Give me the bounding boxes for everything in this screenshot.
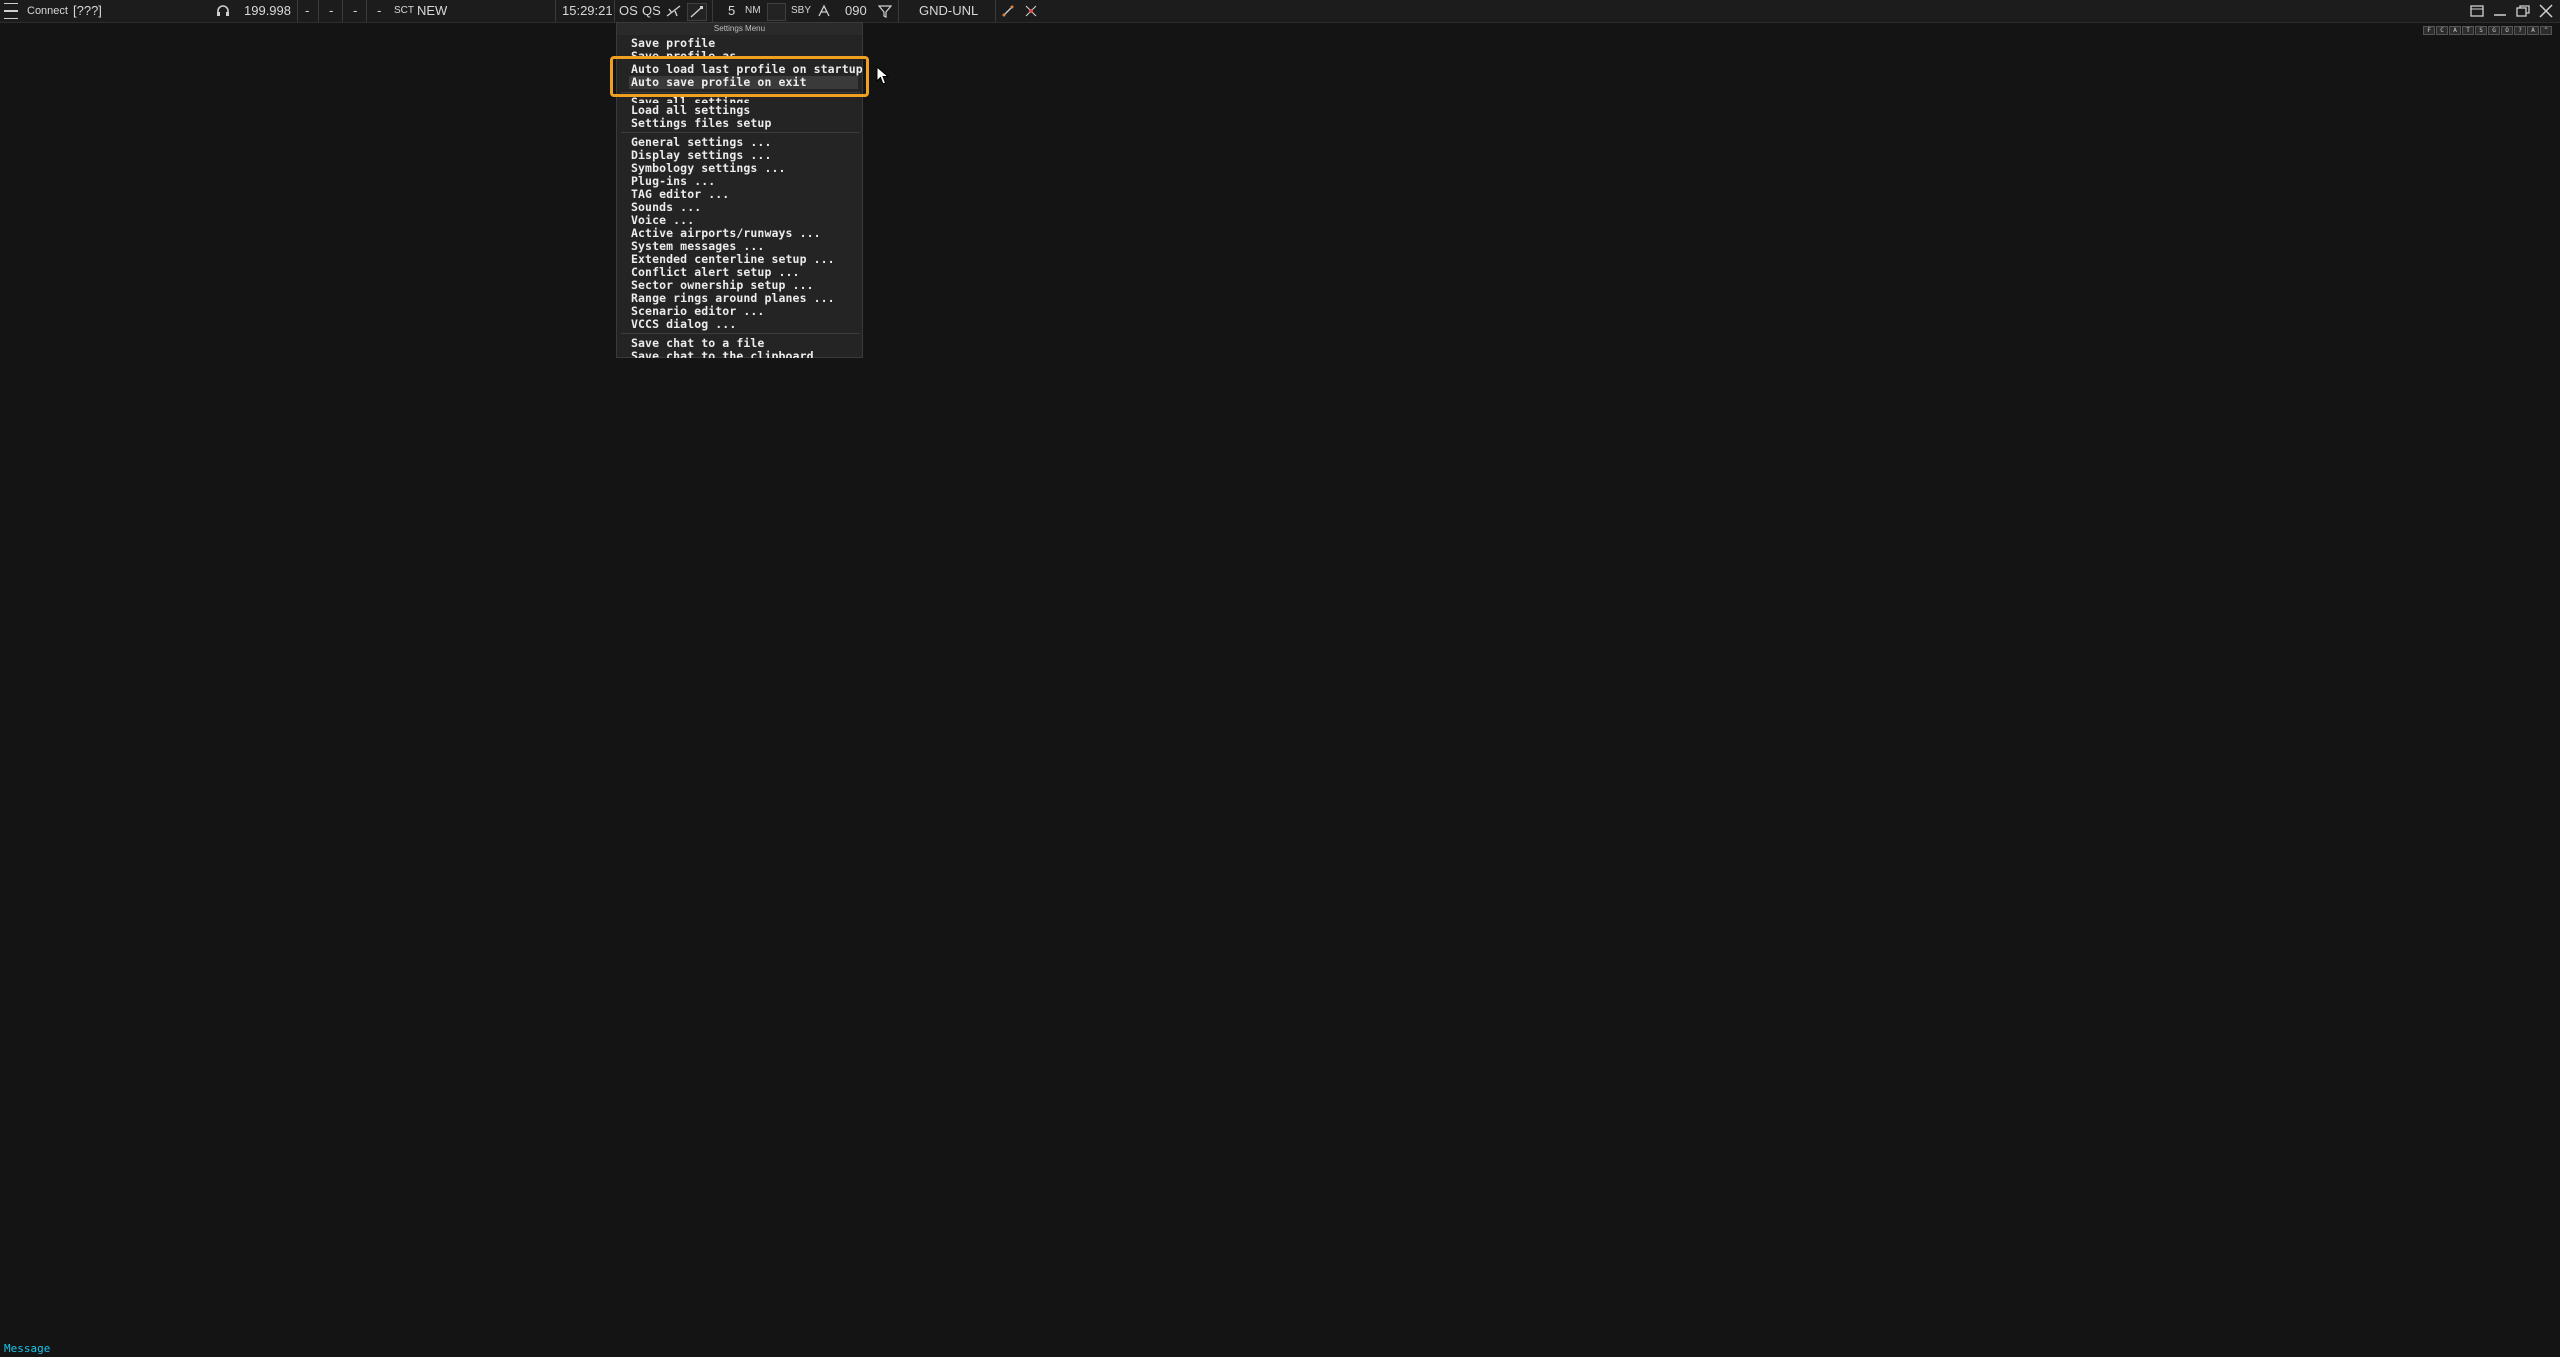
dash-field-3[interactable]: - — [353, 0, 357, 22]
menu-item-save-profile-as[interactable]: Save profile as — [631, 50, 736, 57]
settings-menu-title: Settings Menu — [617, 23, 862, 35]
menu-item-auto-save-profile[interactable]: Auto save profile on exit — [629, 76, 858, 89]
heading-display[interactable]: 090 — [845, 0, 867, 22]
os-button[interactable]: OS — [619, 0, 638, 22]
top-toolbar: Connect [???] 199.998 - - - - SCT NEW 15… — [0, 0, 2560, 23]
frequency-display[interactable]: 199.998 — [244, 0, 291, 22]
qs-button[interactable]: QS — [642, 0, 661, 22]
range-unit: NM — [745, 5, 761, 16]
menu-item-save-chat-file[interactable]: Save chat to a file — [631, 337, 764, 350]
callsign-display[interactable]: [???] — [73, 0, 102, 22]
mini-toolbar-button[interactable]: A — [2527, 26, 2539, 35]
hamburger-icon[interactable] — [3, 0, 19, 22]
mini-toolbar-button[interactable]: S — [2475, 26, 2487, 35]
mini-toolbar-button[interactable]: O — [2501, 26, 2513, 35]
altitude-filter-icon[interactable] — [815, 0, 833, 22]
mini-toolbar-button[interactable]: C — [2436, 26, 2448, 35]
pointer-tool-icon[interactable] — [1022, 0, 1040, 22]
range-value[interactable]: 5 — [728, 0, 735, 22]
dash-field-4[interactable]: - — [377, 0, 381, 22]
line-tool-button[interactable] — [687, 3, 707, 21]
filter-icon[interactable] — [876, 0, 894, 22]
connect-button[interactable]: Connect — [27, 0, 68, 22]
restore-icon[interactable] — [2466, 0, 2488, 22]
plane-icon[interactable] — [664, 0, 684, 22]
mini-toolbar-button[interactable]: ^ — [2540, 26, 2552, 35]
sct-label: SCT — [394, 5, 414, 16]
mini-toolbar-button[interactable]: T — [2462, 26, 2474, 35]
mini-toolbar-button[interactable]: A — [2449, 26, 2461, 35]
menu-item-vccs-dialog[interactable]: VCCS dialog ... — [631, 318, 736, 331]
mini-toolbar-button[interactable]: F — [2423, 26, 2435, 35]
position-button[interactable]: GND-UNL — [919, 0, 978, 22]
measure-tool-icon[interactable] — [999, 0, 1017, 22]
range-toggle-button[interactable] — [767, 3, 786, 21]
menu-item-settings-files-setup[interactable]: Settings files setup — [631, 117, 771, 130]
menu-item-save-all-settings[interactable]: Save all settings — [631, 96, 750, 103]
mini-toolbar-button[interactable]: G — [2488, 26, 2500, 35]
mini-toolbar-button[interactable]: ? — [2514, 26, 2526, 35]
headset-icon[interactable] — [214, 0, 232, 22]
minimize-icon[interactable] — [2489, 0, 2511, 22]
menu-item-save-profile[interactable]: Save profile — [631, 37, 715, 50]
mini-toolbar-strip: F C A T S G O? A ^ — [2423, 26, 2552, 35]
clock-display: 15:29:21 — [562, 3, 613, 18]
sby-button[interactable]: SBY — [791, 0, 811, 22]
maximize-icon[interactable] — [2512, 0, 2534, 22]
close-icon[interactable] — [2535, 0, 2557, 22]
menu-item-save-chat-clipboard[interactable]: Save chat to the clipboard — [631, 350, 814, 358]
mouse-cursor-icon — [876, 66, 890, 85]
dash-field-2[interactable]: - — [329, 0, 333, 22]
message-label[interactable]: Message — [4, 1343, 50, 1355]
sct-name-button[interactable]: NEW — [417, 0, 447, 22]
settings-menu: Settings Menu Save profile Save profile … — [616, 22, 863, 358]
dash-field-1[interactable]: - — [305, 0, 309, 22]
line-tool-icon — [690, 6, 703, 18]
